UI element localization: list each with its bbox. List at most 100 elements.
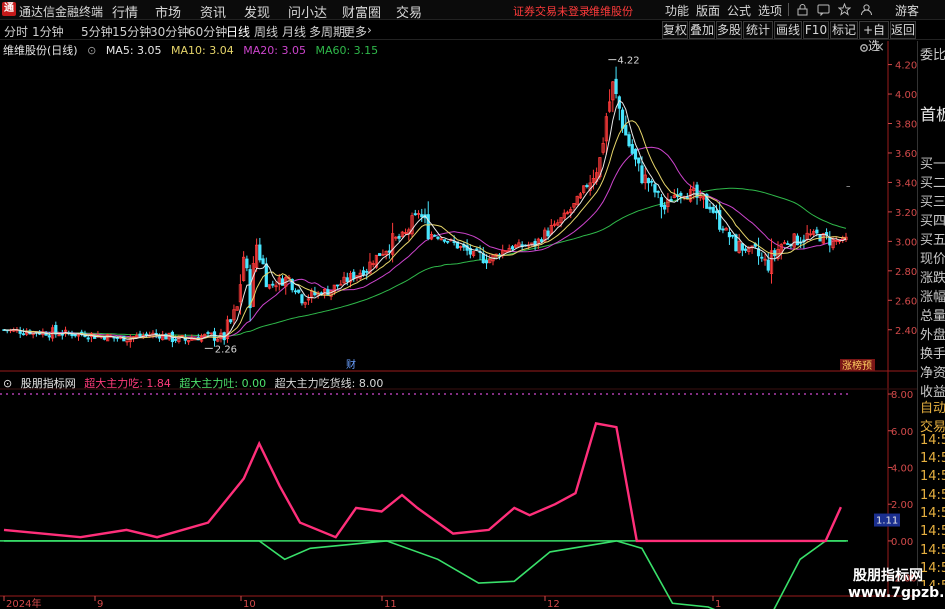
candle-body bbox=[352, 271, 356, 280]
indicator-tick-label: 4.00 bbox=[891, 463, 913, 474]
price-tick-label: 3.20 bbox=[895, 208, 917, 219]
candle-body bbox=[426, 214, 430, 240]
side-panel-row: 14:56 bbox=[920, 469, 945, 484]
side-panel-row: 14:56 bbox=[920, 543, 945, 558]
rank-marker: 涨榜预 bbox=[842, 359, 872, 372]
side-panel-row: 14:56 bbox=[920, 524, 945, 539]
candle-body bbox=[258, 244, 262, 261]
side-panel-row: 买二 bbox=[920, 176, 945, 191]
candle-body bbox=[585, 185, 589, 188]
indicator-tick-label: 6.00 bbox=[891, 427, 913, 438]
candle-body bbox=[646, 178, 651, 184]
candle-body bbox=[365, 270, 369, 273]
candle-body bbox=[293, 290, 298, 293]
candle-body bbox=[442, 239, 447, 242]
low-price-label: 2.26 bbox=[215, 344, 237, 355]
side-panel-row: 净资 bbox=[920, 366, 945, 381]
eat-line bbox=[3, 422, 842, 543]
site-watermark: 股朋指标网 www.7gpzb.com bbox=[848, 568, 945, 602]
candle-body bbox=[620, 109, 625, 129]
side-panel-row: 外盘 bbox=[920, 328, 945, 343]
kline-chart-canvas[interactable]: 4.20 4.00 3.80 3.60 3.40 3.20 3.00 2.80 2.60 2.40… bbox=[0, 0, 945, 609]
candle-body bbox=[144, 333, 149, 336]
date-tick-label: 12 bbox=[547, 599, 560, 609]
candle-body bbox=[815, 229, 819, 234]
candle-body bbox=[637, 157, 641, 164]
price-tick-label: 3.40 bbox=[895, 178, 917, 189]
date-x-axis: 2024年 9 10 11 12 1 bbox=[3, 596, 721, 609]
ma20-line bbox=[3, 146, 847, 338]
side-panel-row: 14:56 bbox=[920, 433, 945, 448]
indicator-tick-label: 2.00 bbox=[891, 500, 913, 511]
date-tick-label: 9 bbox=[97, 599, 103, 609]
candle-body bbox=[413, 213, 417, 216]
candle-body bbox=[271, 283, 275, 286]
candle-body bbox=[206, 332, 210, 334]
candle-body bbox=[164, 334, 168, 340]
candle-body bbox=[786, 243, 790, 245]
indicator-y-axis: 8.006.004.002.000.00-2.00 bbox=[888, 390, 917, 585]
candle-body bbox=[47, 335, 51, 338]
candle-body bbox=[138, 333, 142, 337]
candle-body bbox=[245, 258, 249, 269]
candle-body bbox=[633, 148, 638, 160]
candle-body bbox=[335, 284, 340, 287]
candle-body bbox=[261, 258, 265, 265]
candle-body bbox=[481, 253, 485, 264]
side-panel-row: 14:56 bbox=[920, 488, 945, 503]
price-tick-label: 3.00 bbox=[895, 237, 917, 248]
side-panel-row: 换手 bbox=[920, 347, 945, 362]
candle-body bbox=[484, 260, 489, 264]
side-panel-row: 委比 bbox=[920, 48, 945, 63]
price-tick-label: 2.60 bbox=[895, 296, 917, 307]
price-tick-label: 3.60 bbox=[895, 149, 917, 160]
candle-body bbox=[21, 333, 26, 336]
candle-body bbox=[721, 228, 725, 231]
side-panel-row: 买五 bbox=[920, 233, 945, 248]
candle-body bbox=[378, 253, 382, 256]
candle-body bbox=[650, 180, 654, 183]
candle-body bbox=[795, 235, 800, 246]
candle-body bbox=[727, 232, 732, 238]
high-price-label: 4.22 bbox=[617, 56, 639, 67]
candle-body bbox=[630, 144, 634, 154]
watermark-name: 股朋指标网 bbox=[853, 568, 923, 584]
candle-body bbox=[659, 197, 664, 207]
candle-body bbox=[475, 248, 479, 251]
candle-body bbox=[436, 236, 440, 239]
candle-body bbox=[614, 78, 618, 94]
candlestick-series bbox=[2, 66, 848, 348]
last-price-tick: – bbox=[846, 181, 851, 191]
candle-body bbox=[773, 250, 777, 257]
candle-body bbox=[510, 246, 515, 250]
candle-body bbox=[760, 256, 764, 259]
side-panel-row: 买三 bbox=[920, 195, 945, 210]
candle-body bbox=[420, 214, 424, 218]
candle-body bbox=[229, 319, 233, 323]
candle-body bbox=[640, 165, 644, 184]
ma20-polyline bbox=[3, 146, 847, 338]
price-tick-label: 3.80 bbox=[895, 120, 917, 131]
candle-body bbox=[627, 134, 631, 147]
side-panel-row: 自动 bbox=[920, 401, 945, 416]
current-value-tag: 1.11 bbox=[876, 516, 898, 527]
candle-body bbox=[326, 289, 330, 296]
indicator-lines: 1.11 bbox=[0, 393, 900, 609]
price-tick-label: 2.80 bbox=[895, 267, 917, 278]
side-panel-row: 14:56 bbox=[920, 506, 945, 521]
candle-body bbox=[708, 206, 712, 210]
date-tick-label: 11 bbox=[384, 599, 397, 609]
candle-body bbox=[731, 234, 735, 237]
candle-body bbox=[300, 294, 304, 304]
candle-body bbox=[766, 259, 770, 271]
candle-body bbox=[174, 339, 178, 341]
candle-body bbox=[546, 230, 550, 237]
candle-body bbox=[212, 331, 217, 341]
candle-body bbox=[711, 206, 715, 213]
candle-body bbox=[624, 124, 628, 136]
indicator-tick-label: 8.00 bbox=[891, 390, 913, 401]
price-tick-label: 4.00 bbox=[895, 90, 917, 101]
side-panel-row: 涨跌 bbox=[920, 271, 945, 286]
price-tick-label: 4.20 bbox=[895, 61, 917, 72]
side-panel-row: 14:56 bbox=[920, 451, 945, 466]
